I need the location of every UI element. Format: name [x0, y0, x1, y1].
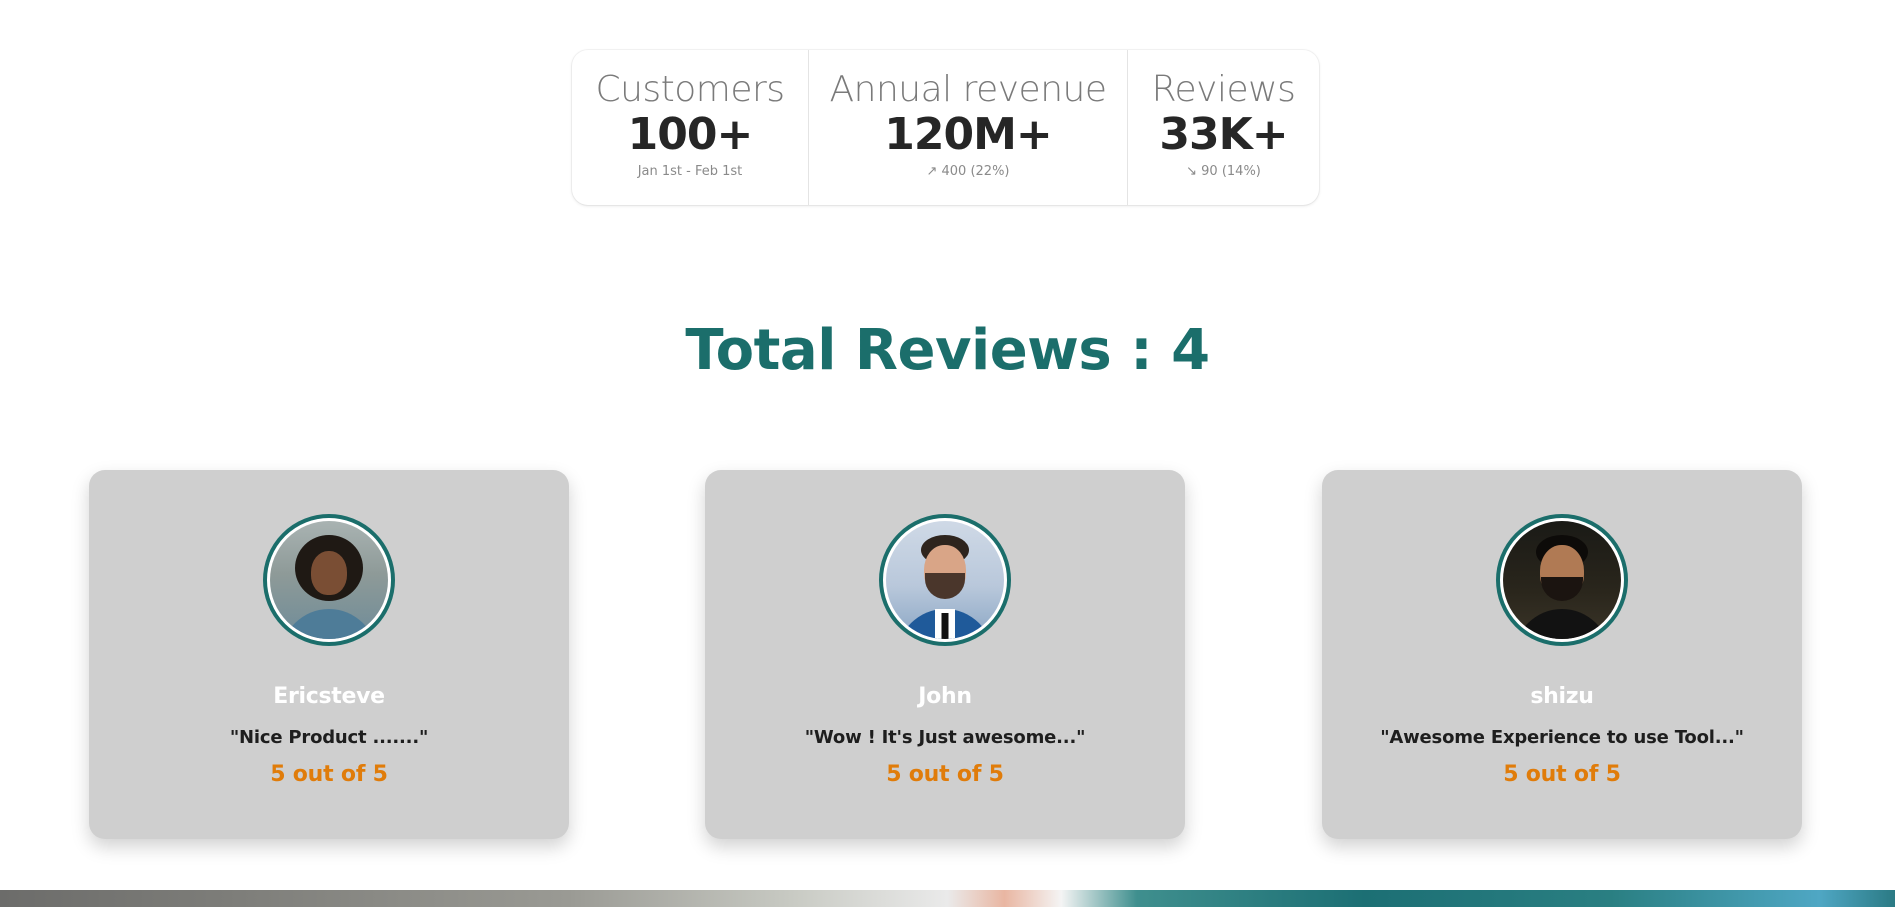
avatar — [879, 514, 1011, 646]
reviewer-name: Ericsteve — [273, 684, 385, 709]
stat-value: 100+ — [627, 108, 754, 160]
avatar — [1496, 514, 1628, 646]
stat-value: 33K+ — [1159, 108, 1288, 160]
reviewer-name: shizu — [1530, 684, 1594, 709]
stat-title: Reviews — [1151, 69, 1296, 110]
stat-annual-revenue: Annual revenue 120M+ ↗ 400 (22%) — [808, 50, 1127, 205]
stat-customers: Customers 100+ Jan 1st - Feb 1st — [572, 50, 808, 205]
stat-description: Jan 1st - Feb 1st — [637, 163, 743, 179]
reviewer-name: John — [918, 684, 972, 709]
stat-value: 120M+ — [884, 108, 1052, 160]
stat-description: ↗ 400 (22%) — [926, 163, 1010, 179]
reviewer-photo — [1503, 521, 1621, 639]
reviewer-photo — [886, 521, 1004, 639]
cut-off-heading — [1142, 0, 1202, 4]
avatar — [263, 514, 395, 646]
stat-reviews: Reviews 33K+ ↘ 90 (14%) — [1127, 50, 1319, 205]
review-card: John "Wow ! It's Just awesome..." 5 out … — [705, 470, 1185, 839]
review-text: "Nice Product ......." — [229, 727, 429, 748]
review-text: "Wow ! It's Just awesome..." — [804, 727, 1086, 748]
review-rating: 5 out of 5 — [270, 762, 388, 787]
total-reviews-heading: Total Reviews : 4 — [685, 318, 1210, 383]
review-card: shizu "Awesome Experience to use Tool...… — [1322, 470, 1802, 839]
review-text: "Awesome Experience to use Tool..." — [1380, 727, 1744, 748]
stat-title: Customers — [595, 69, 785, 110]
stat-description: ↘ 90 (14%) — [1186, 163, 1261, 179]
review-rating: 5 out of 5 — [886, 762, 1004, 787]
reviewer-photo — [270, 521, 388, 639]
review-rating: 5 out of 5 — [1503, 762, 1621, 787]
stat-title: Annual revenue — [829, 69, 1107, 110]
review-card: Ericsteve "Nice Product ......." 5 out o… — [89, 470, 569, 839]
stats-card: Customers 100+ Jan 1st - Feb 1st Annual … — [572, 50, 1319, 205]
page: Customers 100+ Jan 1st - Feb 1st Annual … — [0, 0, 1895, 907]
bottom-banner-image — [0, 890, 1895, 907]
